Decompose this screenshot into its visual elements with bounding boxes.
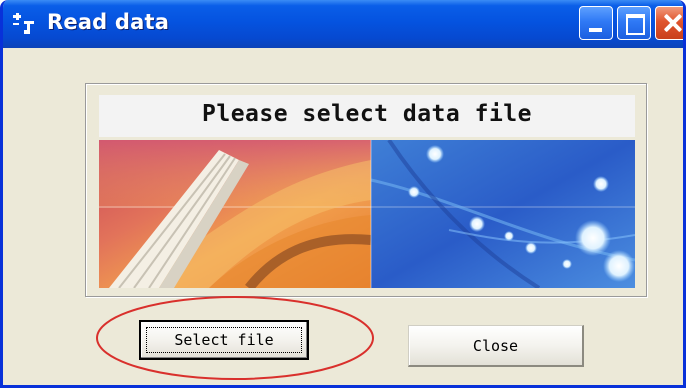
banner-header: Please select data file [99, 95, 635, 137]
banner-image [99, 140, 635, 288]
banner-heading: Please select data file [202, 101, 532, 127]
app-settings-icon [13, 13, 34, 34]
read-data-dialog: Read data Please select data file Select… [0, 0, 686, 388]
close-label: Close [472, 336, 519, 355]
title-bar[interactable]: Read data [3, 0, 683, 48]
close-window-button[interactable] [655, 6, 683, 40]
banner-frame: Please select data file [85, 83, 647, 297]
maximize-button[interactable] [617, 6, 651, 40]
close-button[interactable]: Close [408, 325, 584, 367]
focus-rectangle [146, 327, 302, 353]
select-file-button[interactable]: Select file [139, 320, 309, 360]
minimize-button[interactable] [579, 6, 613, 40]
window-title: Read data [47, 10, 170, 34]
